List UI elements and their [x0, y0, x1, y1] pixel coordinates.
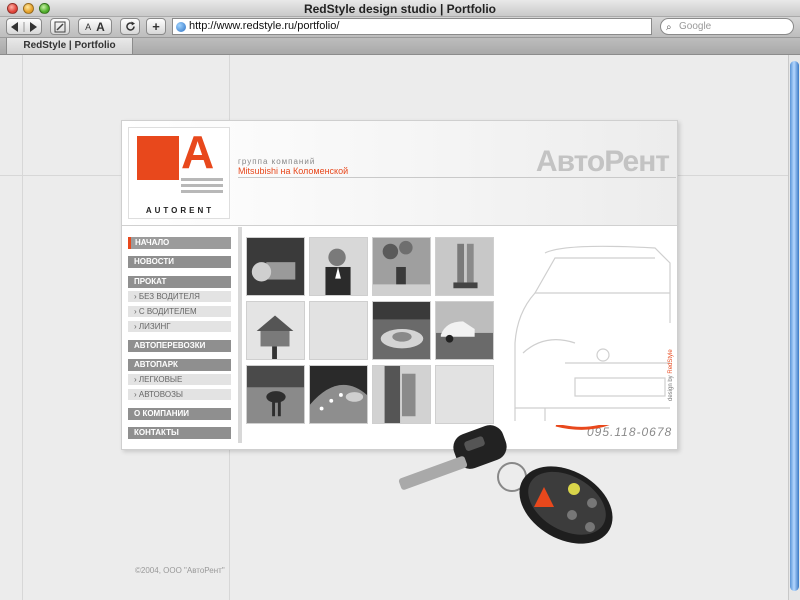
- group-label: группа компаний: [238, 157, 316, 166]
- design-credit[interactable]: design by RedStyle: [668, 349, 674, 401]
- logo-letter: A: [181, 126, 215, 178]
- edit-button[interactable]: [50, 18, 70, 35]
- gallery-photo[interactable]: [246, 365, 305, 424]
- add-bookmark-button[interactable]: +: [146, 18, 166, 35]
- nav-item-start[interactable]: НАЧАЛО: [128, 237, 231, 249]
- url-text: http://www.redstyle.ru/portfolio/: [189, 20, 340, 32]
- autorent-logo[interactable]: A AUTORENT: [128, 127, 230, 219]
- site-header: A AUTORENT группа компаний Mitsubishi на…: [122, 121, 677, 226]
- nav-item-transport[interactable]: АВТОПЕРЕВОЗКИ: [128, 340, 231, 352]
- nav-item-rental[interactable]: ПРОКАТ: [128, 276, 231, 288]
- nav-item-no-driver[interactable]: › БЕЗ ВОДИТЕЛЯ: [128, 291, 231, 303]
- logo-stripe: [181, 178, 223, 181]
- tab-redstyle-portfolio[interactable]: RedStyle | Portfolio: [6, 38, 133, 55]
- nav-item-leasing[interactable]: › ЛИЗИНГ: [128, 321, 231, 333]
- vertical-scrollbar[interactable]: [788, 55, 800, 600]
- gallery-photo[interactable]: [246, 301, 305, 360]
- back-forward-buttons[interactable]: [6, 18, 42, 35]
- window-title: RedStyle design studio | Portfolio: [303, 2, 497, 16]
- design-credit-name: RedStyle: [668, 349, 674, 374]
- gallery-photo-empty: [435, 365, 494, 424]
- car-outline-illustration: [514, 245, 671, 421]
- nav-item-car-carriers[interactable]: › АВТОВОЗЫ: [128, 389, 231, 401]
- browser-toolbar: A A + http://www.redstyle.ru/portfolio/ …: [0, 17, 800, 37]
- car-keys-image: [398, 425, 613, 544]
- globe-icon: [176, 22, 186, 32]
- gallery-photo[interactable]: [435, 237, 494, 296]
- nav-item-cars[interactable]: › ЛЕГКОВЫЕ: [128, 374, 231, 386]
- gallery-photo[interactable]: [309, 365, 368, 424]
- search-placeholder: Google: [679, 21, 712, 32]
- pencil-icon: [54, 21, 66, 32]
- guide-line: [22, 55, 23, 600]
- gallery-photo[interactable]: [309, 237, 368, 296]
- text-bigger-button[interactable]: A: [96, 20, 105, 34]
- nav-item-contacts[interactable]: КОНТАКТЫ: [128, 427, 231, 439]
- address-bar[interactable]: http://www.redstyle.ru/portfolio/: [172, 18, 652, 35]
- gallery-photo-empty: [309, 301, 368, 360]
- text-smaller-button[interactable]: A: [85, 22, 91, 32]
- logo-stripe: [181, 184, 223, 187]
- page-viewport: A AUTORENT группа компаний Mitsubishi на…: [0, 55, 788, 600]
- logo-stripe: [181, 190, 223, 193]
- copyright: ©2004, ООО "АвтоРент": [135, 566, 225, 575]
- back-arrow-icon[interactable]: [9, 21, 39, 33]
- reload-icon: [125, 21, 135, 31]
- search-icon: ⌕: [666, 22, 672, 33]
- text-size-buttons[interactable]: A A: [78, 18, 112, 35]
- logo-wordmark: AUTORENT: [145, 206, 215, 215]
- gallery-photo[interactable]: [435, 301, 494, 360]
- nav-item-with-driver[interactable]: › С ВОДИТЕЛЕМ: [128, 306, 231, 318]
- gallery-photo[interactable]: [372, 301, 431, 360]
- nav-item-fleet[interactable]: АВТОПАРК: [128, 359, 231, 371]
- gallery-photo[interactable]: [246, 237, 305, 296]
- nav-item-about[interactable]: О КОМПАНИИ: [128, 408, 231, 420]
- nav-item-news[interactable]: НОВОСТИ: [128, 256, 231, 268]
- title-bar: RedStyle design studio | Portfolio: [0, 0, 800, 17]
- gallery-photo[interactable]: [372, 237, 431, 296]
- tab-bar: RedStyle | Portfolio: [0, 37, 800, 55]
- group-name: Mitsubishi на Коломенской: [238, 166, 349, 176]
- brand-title: АвтоРент: [535, 145, 670, 178]
- reload-button[interactable]: [120, 18, 140, 35]
- autorent-site: A AUTORENT группа компаний Mitsubishi на…: [121, 120, 678, 450]
- gallery-photo[interactable]: [372, 365, 431, 424]
- scrollbar-thumb[interactable]: [790, 61, 799, 591]
- design-credit-prefix: design by: [668, 375, 674, 401]
- google-search-input[interactable]: ⌕ Google: [660, 18, 794, 35]
- logo-square: [137, 136, 179, 180]
